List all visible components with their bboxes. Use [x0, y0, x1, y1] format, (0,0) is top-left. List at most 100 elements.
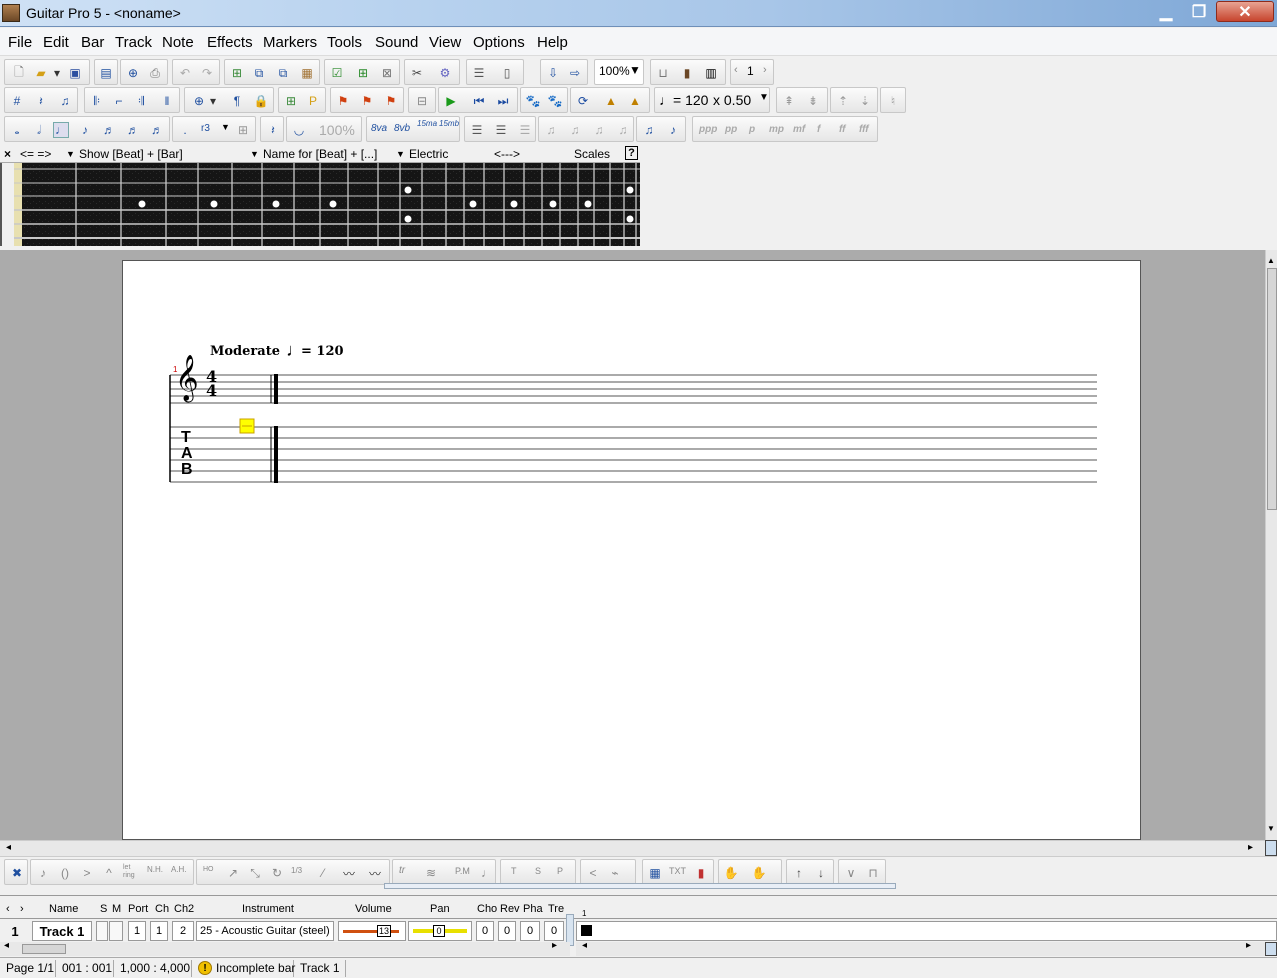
- vertical-view-icon[interactable]: ⇩: [545, 65, 561, 81]
- chevron-down-icon[interactable]: ▼: [759, 92, 769, 103]
- ottava-8vb[interactable]: 8vb: [394, 123, 410, 134]
- let-ring-button[interactable]: let ring: [123, 864, 137, 880]
- volume-slider[interactable]: 13: [338, 921, 406, 941]
- menu-file[interactable]: File: [8, 34, 32, 51]
- transpose-down-icon[interactable]: ⇟: [805, 93, 821, 109]
- bar-hscroll[interactable]: ◂ ▸: [576, 940, 1265, 956]
- metronome-icon[interactable]: ▲: [603, 93, 619, 109]
- dyn-mf[interactable]: mf: [793, 124, 805, 135]
- fretboard-nav[interactable]: <= =>: [20, 147, 51, 161]
- paw-icon[interactable]: 🐾: [525, 93, 541, 109]
- add-bar-icon[interactable]: ⊞: [355, 65, 371, 81]
- zoom-select[interactable]: 100% ▼: [594, 59, 644, 85]
- menu-note[interactable]: Note: [162, 34, 194, 51]
- accent-icon[interactable]: >: [79, 865, 95, 881]
- chevron-down-icon[interactable]: ▼: [221, 122, 230, 132]
- stroke-icon[interactable]: ⌁: [607, 865, 623, 881]
- fingering-left-icon[interactable]: ✋: [723, 865, 739, 881]
- repeat-close-icon[interactable]: 𝄇: [133, 93, 149, 109]
- properties-icon[interactable]: ▤: [98, 65, 114, 81]
- fingering-right-icon[interactable]: ✋: [751, 865, 767, 881]
- dyn-f[interactable]: f: [817, 124, 820, 135]
- fretboard-close-icon[interactable]: ×: [4, 147, 11, 161]
- menu-track[interactable]: Track: [115, 34, 152, 51]
- vertical-scrollbar[interactable]: ▲ ▼: [1265, 250, 1277, 840]
- break-beam-icon[interactable]: ♫: [591, 122, 607, 138]
- scroll-down-icon[interactable]: ▼: [1267, 824, 1275, 833]
- sharp-flat-icon[interactable]: #: [9, 93, 25, 109]
- delete-bar-icon[interactable]: ⊠: [379, 65, 395, 81]
- upstroke-pick-icon[interactable]: ∨: [843, 865, 859, 881]
- zoom-corner-icon[interactable]: [1265, 942, 1277, 956]
- zoom-corner-icon[interactable]: [1265, 840, 1277, 856]
- bend-icon[interactable]: ↗: [225, 865, 241, 881]
- save-icon[interactable]: ▣: [67, 65, 83, 81]
- text-icon[interactable]: P: [305, 93, 321, 109]
- scroll-left-icon[interactable]: ◂: [6, 842, 11, 853]
- vibrato-wave-icon[interactable]: 〰: [367, 865, 383, 881]
- score-page[interactable]: Moderate ♩ = 120 1 𝄞 4 4 T A B: [122, 260, 1141, 840]
- keyboard-icon[interactable]: ▥: [703, 65, 719, 81]
- prev-page-icon[interactable]: ‹: [734, 64, 738, 76]
- downstroke-icon[interactable]: ↓: [813, 865, 829, 881]
- ottava-8va[interactable]: 8va: [371, 123, 387, 134]
- palm-mute-button[interactable]: P.M: [455, 866, 470, 876]
- page-layout-icon[interactable]: ▯: [499, 65, 515, 81]
- track-reverb[interactable]: 0: [498, 921, 516, 941]
- dot-icon[interactable]: .: [177, 122, 193, 138]
- trill-button[interactable]: tr: [399, 865, 405, 876]
- loop-icon[interactable]: ⟳: [575, 93, 591, 109]
- marker-icon[interactable]: ⚑: [335, 93, 351, 109]
- velocity-value[interactable]: 100%: [319, 122, 355, 138]
- fretboard[interactable]: [14, 163, 640, 246]
- scales-button[interactable]: Scales: [574, 147, 610, 161]
- whole-note-icon[interactable]: 𝅝: [9, 122, 25, 138]
- pop-button[interactable]: P: [557, 866, 563, 876]
- marker-prev-icon[interactable]: ⚑: [383, 93, 399, 109]
- text-button[interactable]: TXT: [669, 866, 686, 876]
- paste-icon[interactable]: ⧉: [275, 65, 291, 81]
- countdown-icon[interactable]: ▲: [627, 93, 643, 109]
- double-bar-icon[interactable]: ‖: [159, 93, 175, 109]
- tuning-icon[interactable]: ♮: [885, 93, 901, 109]
- track-chorus[interactable]: 0: [476, 921, 494, 941]
- chevron-down-icon[interactable]: ▼: [250, 149, 259, 159]
- auto-stem-icon[interactable]: ♫: [641, 122, 657, 138]
- chevron-down-icon[interactable]: ▼: [396, 149, 405, 159]
- tremolo-picking-icon[interactable]: ⁄: [315, 865, 331, 881]
- ottava-15ma[interactable]: 15ma: [417, 120, 437, 128]
- next-page-icon[interactable]: ›: [763, 64, 767, 76]
- tempo-control[interactable]: ♩= 120 x 0.50 ▼: [654, 87, 770, 113]
- hammer-on-button[interactable]: HO: [203, 866, 214, 873]
- menu-view[interactable]: View: [429, 34, 461, 51]
- lock-icon[interactable]: 🔒: [253, 93, 269, 109]
- bar-cell[interactable]: [581, 925, 592, 936]
- fretboard-arrows[interactable]: <--->: [494, 147, 520, 161]
- dyn-p[interactable]: p: [749, 124, 755, 135]
- slash-staff-icon[interactable]: ☰: [517, 122, 533, 138]
- quarter-note-icon[interactable]: ♩: [53, 122, 69, 138]
- multitrack-icon[interactable]: ☰: [471, 65, 487, 81]
- staff-icon[interactable]: ☰: [469, 122, 485, 138]
- bar-overview-row[interactable]: [576, 921, 1277, 941]
- tuplet-icon[interactable]: ♫: [57, 93, 73, 109]
- menu-edit[interactable]: Edit: [43, 34, 69, 51]
- fade-in-icon[interactable]: <: [585, 865, 601, 881]
- paw-loop-icon[interactable]: 🐾: [547, 93, 563, 109]
- maximize-button[interactable]: ❐: [1183, 1, 1215, 22]
- rest-icon[interactable]: 𝄽: [33, 93, 49, 109]
- ghost-note-icon[interactable]: (): [57, 865, 73, 881]
- track-channel[interactable]: 1: [150, 921, 168, 941]
- track-name[interactable]: Track 1: [32, 921, 92, 941]
- dyn-pp[interactable]: pp: [725, 124, 737, 135]
- dyn-ppp[interactable]: ppp: [699, 124, 717, 135]
- insert-bar-icon[interactable]: ⊞: [229, 65, 245, 81]
- thirtysecond-note-icon[interactable]: ♬: [125, 122, 141, 138]
- sixtyfourth-note-icon[interactable]: ♬: [149, 122, 165, 138]
- scroll-right-icon[interactable]: ▸: [1248, 842, 1253, 853]
- repeat-open-icon[interactable]: 𝄆: [89, 93, 105, 109]
- track-channel2[interactable]: 2: [172, 921, 194, 941]
- half-note-icon[interactable]: 𝅗𝅥: [31, 122, 47, 138]
- redo-icon[interactable]: ↷: [199, 65, 215, 81]
- fret-up-icon[interactable]: ⇡: [835, 93, 851, 109]
